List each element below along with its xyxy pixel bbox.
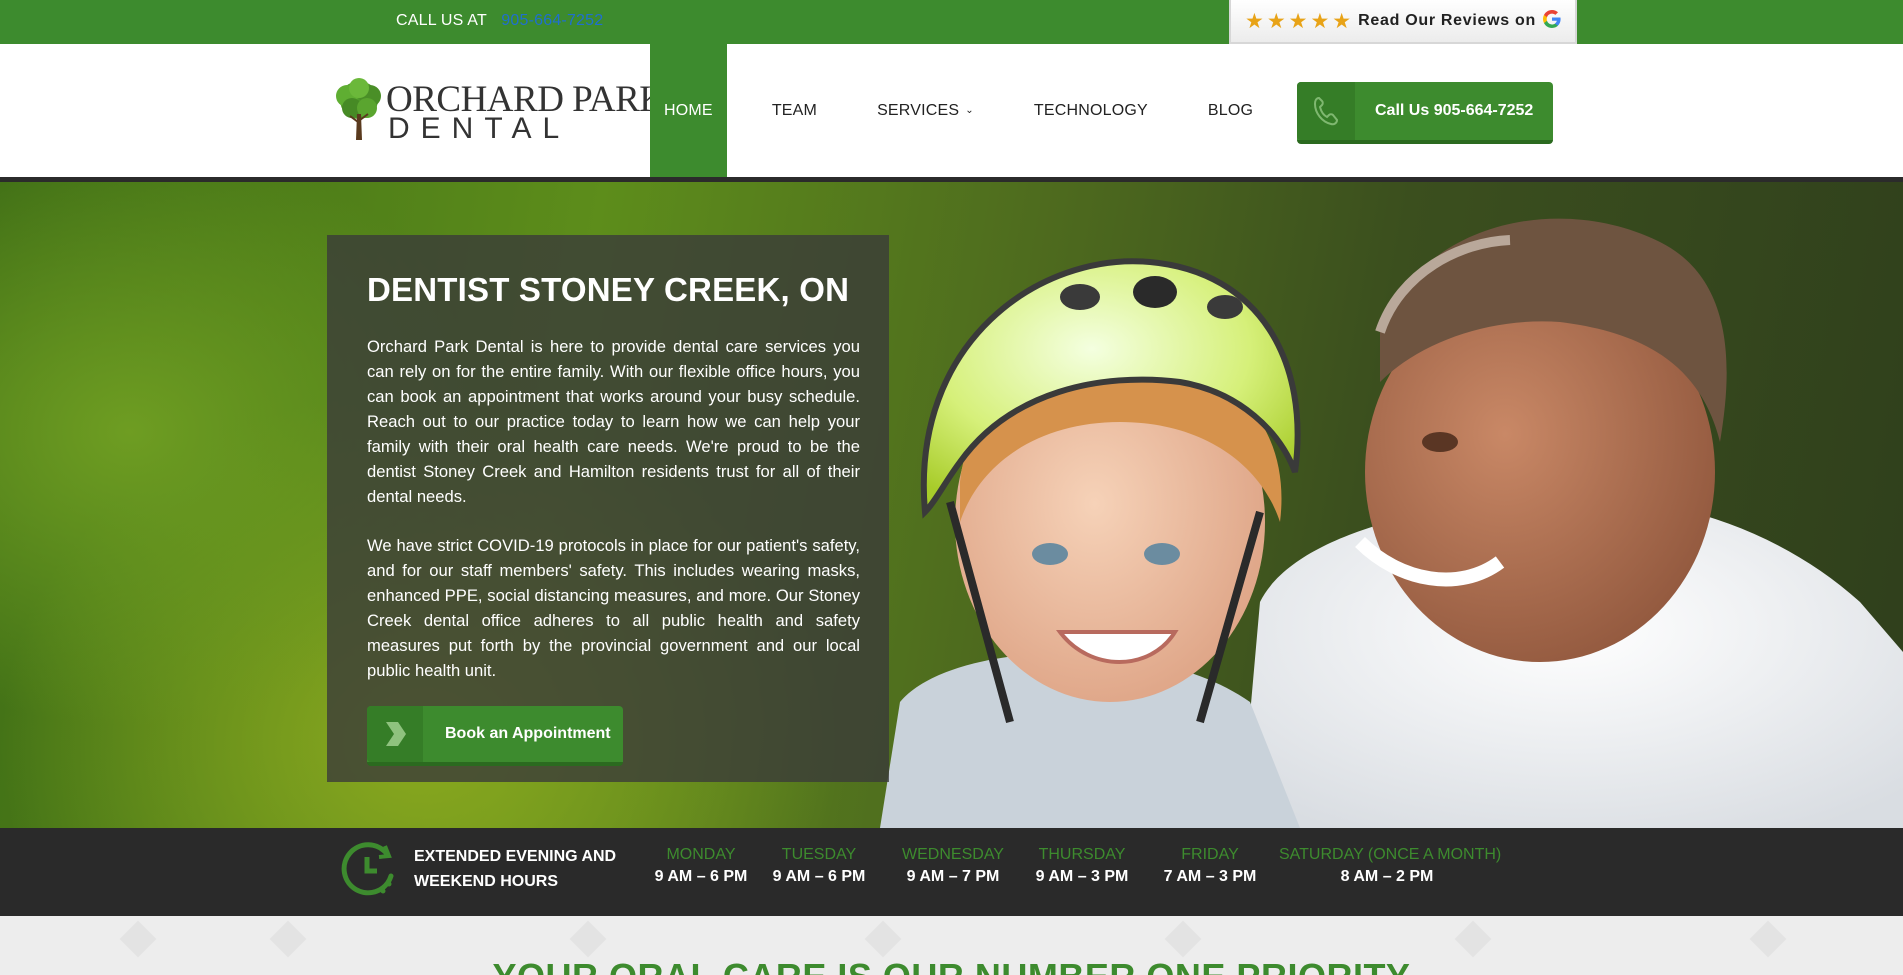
hero-paragraph-covid: We have strict COVID-19 protocols in pla…	[367, 536, 860, 680]
hours-tuesday: TUESDAY 9 AM – 6 PM	[771, 844, 867, 888]
hero-title: DENTIST STONEY CREEK, ON	[367, 271, 850, 308]
nav-technology-label: TECHNOLOGY	[1033, 101, 1148, 119]
extended-hours-label: EXTENDED EVENING AND WEEKEND HOURS	[414, 844, 616, 894]
clock-icon	[339, 840, 397, 903]
day-time: 7 AM – 3 PM	[1163, 868, 1257, 885]
priority-heading: YOUR ORAL CARE IS OUR NUMBER ONE PRIORIT…	[0, 956, 1903, 975]
read-reviews-button[interactable]: ★★★★★ Read Our Reviews on	[1229, 0, 1577, 44]
call-us-label: Call Us 905-664-7252	[1375, 102, 1534, 119]
nav-home-label: HOME	[664, 101, 713, 119]
logo-text-dental: DENTAL	[388, 112, 571, 145]
reviews-label: Read Our Reviews on	[1358, 12, 1536, 29]
book-appointment-label: Book an Appointment	[445, 725, 611, 742]
site-header: ORCHARD PARK DENTAL HOME TEAM SERVICES ⌄ …	[0, 44, 1903, 177]
five-stars-icon: ★★★★★	[1245, 9, 1355, 33]
chevron-down-icon: ⌄	[965, 105, 974, 116]
main-nav: HOME TEAM SERVICES ⌄ TECHNOLOGY BLOG	[650, 44, 1298, 177]
priority-section: YOUR ORAL CARE IS OUR NUMBER ONE PRIORIT…	[0, 916, 1903, 975]
day-name: SATURDAY (ONCE A MONTH)	[1279, 846, 1502, 863]
hours-thursday: THURSDAY 9 AM – 3 PM	[1033, 844, 1131, 888]
hero-text-panel: DENTIST STONEY CREEK, ON Orchard Park De…	[327, 235, 889, 782]
call-us-button[interactable]: Call Us 905-664-7252	[1297, 82, 1553, 144]
extended-hours-line2: WEEKEND HOURS	[414, 873, 559, 890]
hours-friday: FRIDAY 7 AM – 3 PM	[1161, 844, 1259, 888]
top-call-info: CALL US AT 905-664-7252	[396, 12, 603, 30]
office-hours-bar: EXTENDED EVENING AND WEEKEND HOURS MONDA…	[0, 828, 1903, 916]
day-time: 9 AM – 3 PM	[1035, 868, 1129, 885]
nav-blog-label: BLOG	[1207, 101, 1254, 119]
hours-saturday: SATURDAY (ONCE A MONTH) 8 AM – 2 PM	[1279, 844, 1502, 888]
hours-wednesday: WEDNESDAY 9 AM – 7 PM	[897, 844, 1009, 888]
book-appointment-button[interactable]: Book an Appointment	[367, 706, 623, 766]
day-name: THURSDAY	[1038, 846, 1126, 863]
nav-blog[interactable]: BLOG	[1193, 44, 1268, 177]
top-phone-link[interactable]: 905-664-7252	[501, 12, 603, 29]
day-time: 9 AM – 6 PM	[772, 868, 866, 885]
nav-team-label: TEAM	[771, 101, 818, 119]
nav-team[interactable]: TEAM	[757, 44, 832, 177]
hours-monday: MONDAY 9 AM – 6 PM	[653, 844, 749, 888]
hero-paragraph-intro: Orchard Park Dental is here to provide d…	[367, 337, 860, 506]
nav-services[interactable]: SERVICES ⌄	[862, 44, 989, 177]
nav-technology[interactable]: TECHNOLOGY	[1019, 44, 1163, 177]
day-time: 8 AM – 2 PM	[1340, 868, 1434, 885]
chevron-right-icon	[367, 706, 423, 762]
call-label: CALL US AT	[396, 12, 487, 29]
day-time: 9 AM – 6 PM	[654, 868, 748, 885]
top-bar: CALL US AT 905-664-7252 ★★★★★ Read Our R…	[0, 0, 1903, 44]
day-name: TUESDAY	[781, 846, 857, 863]
day-time: 9 AM – 7 PM	[906, 868, 1000, 885]
day-name: MONDAY	[666, 846, 736, 863]
extended-hours-line1: EXTENDED EVENING AND	[414, 848, 617, 865]
site-logo[interactable]: ORCHARD PARK DENTAL	[332, 74, 666, 145]
phone-icon	[1297, 82, 1355, 140]
day-name: FRIDAY	[1181, 846, 1239, 863]
tree-logo-icon	[336, 78, 381, 140]
hero-photo-grandfather-child	[880, 218, 1903, 828]
day-name: WEDNESDAY	[902, 846, 1004, 863]
google-g-icon	[1542, 9, 1562, 34]
nav-home[interactable]: HOME	[650, 44, 727, 177]
hero-section: DENTIST STONEY CREEK, ON Orchard Park De…	[0, 177, 1903, 828]
nav-services-label: SERVICES	[877, 101, 960, 119]
